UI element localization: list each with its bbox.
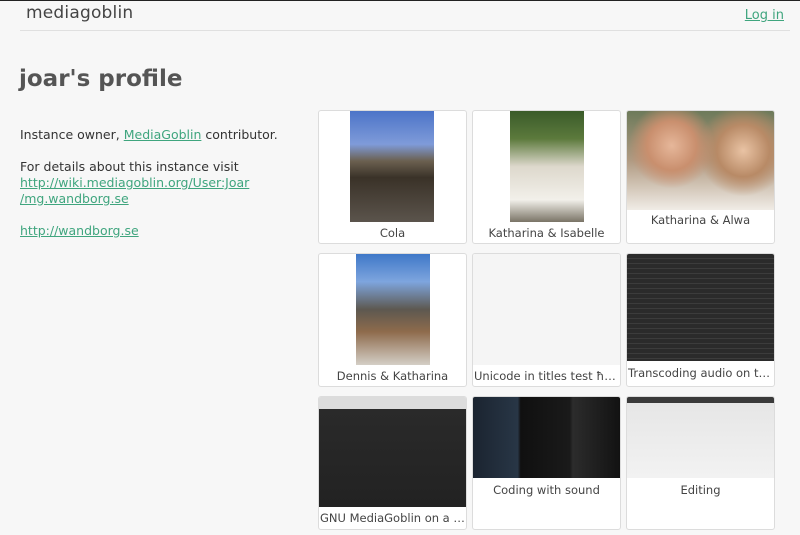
mediagoblin-link[interactable]: MediaGoblin (124, 127, 202, 142)
media-caption[interactable]: Katharina & Isabelle (473, 226, 620, 240)
media-thumbnail[interactable] (627, 254, 774, 361)
media-thumbnail[interactable] (473, 254, 620, 365)
site-logo[interactable]: mediagoblin (26, 3, 133, 23)
profile-bio: Instance owner, MediaGoblin contributor.… (20, 127, 280, 255)
media-card[interactable]: Katharina & Alwa (626, 110, 775, 244)
media-thumbnail[interactable] (510, 111, 584, 222)
media-thumbnail[interactable] (319, 397, 466, 507)
media-caption[interactable]: Cola (319, 226, 466, 240)
media-thumbnail[interactable] (356, 254, 430, 365)
website-text: http://wandborg.se (20, 223, 280, 239)
media-thumbnail[interactable] (627, 111, 774, 210)
header: mediagoblin Log in (0, 0, 800, 30)
login-link[interactable]: Log in (745, 8, 784, 23)
media-caption[interactable]: Katharina & Alwa (627, 213, 774, 227)
media-caption[interactable]: Coding with sound (473, 483, 620, 497)
media-card[interactable]: Transcoding audio on the R... (626, 253, 775, 387)
page-title: joar's profile (19, 66, 183, 92)
header-divider (20, 30, 790, 31)
media-thumbnail[interactable] (473, 397, 620, 478)
media-card[interactable]: Unicode in titles test ħnᵌðß... (472, 253, 621, 387)
media-caption[interactable]: GNU MediaGoblin on a Ras... (319, 511, 466, 525)
wiki-link[interactable]: http://wiki.mediagoblin.org/User:Joar/mg… (20, 175, 280, 207)
media-caption[interactable]: Dennis & Katharina (319, 369, 466, 383)
media-card[interactable]: Cola (318, 110, 467, 244)
media-card[interactable]: Katharina & Isabelle (472, 110, 621, 244)
media-thumbnail[interactable] (627, 397, 774, 478)
media-card[interactable]: Dennis & Katharina (318, 253, 467, 387)
media-card[interactable]: Editing (626, 396, 775, 530)
media-thumbnail[interactable] (350, 111, 434, 222)
bio-text: Instance owner, MediaGoblin contributor. (20, 127, 278, 142)
details-text: For details about this instance visit ht… (20, 159, 280, 207)
media-card[interactable]: GNU MediaGoblin on a Ras... (318, 396, 467, 530)
media-gallery: Cola Katharina & Isabelle Katharina & Al… (318, 110, 775, 530)
media-caption[interactable]: Editing (627, 483, 774, 497)
media-caption[interactable]: Transcoding audio on the R... (627, 366, 774, 380)
website-link[interactable]: http://wandborg.se (20, 223, 139, 238)
media-caption[interactable]: Unicode in titles test ħnᵌðß... (473, 369, 620, 383)
media-card[interactable]: Coding with sound (472, 396, 621, 530)
